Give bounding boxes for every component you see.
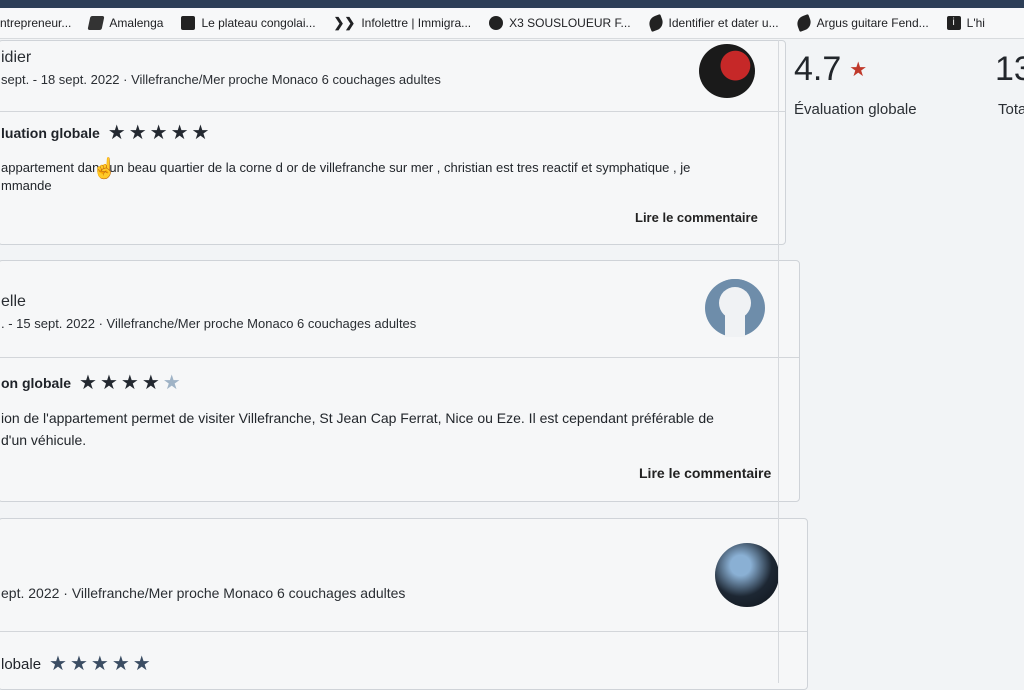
- rating-label: lobale: [1, 655, 42, 673]
- leaf-icon: [794, 14, 813, 32]
- bookmark-label: X3 SOUSLOUEUR F...: [509, 16, 631, 30]
- reviewer-name: elle: [1, 293, 26, 310]
- bookmark-label: L'hi: [966, 16, 985, 30]
- star-rating: ★ ★ ★ ★ ★: [79, 373, 184, 393]
- rating-label: luation globale: [1, 125, 100, 141]
- star-rating: ★ ★ ★ ★ ★: [108, 123, 213, 143]
- avatar[interactable]: [705, 279, 765, 337]
- avatar[interactable]: [715, 543, 779, 607]
- bookmark-label: Infolettre | Immigra...: [361, 16, 472, 30]
- reviewer-name: idier: [1, 49, 32, 66]
- star-icon: ★: [90, 653, 109, 675]
- star-icon: ★: [99, 372, 118, 394]
- star-icon: ★: [107, 122, 126, 144]
- browser-top-strip: [0, 0, 1024, 8]
- comment-line: ion de l'appartement permet de visiter V…: [1, 410, 714, 426]
- bookmark-identifier-et-dater[interactable]: Identifier et dater u...: [646, 14, 779, 32]
- read-comment-link[interactable]: Lire le commentaire: [639, 465, 771, 481]
- star-icon: ★: [191, 122, 210, 144]
- review-comment: ion de l'appartement permet de visiter V…: [1, 407, 781, 451]
- bookmark-label: Identifier et dater u...: [668, 16, 779, 30]
- star-icon: ★: [79, 372, 97, 394]
- total-reviews-value: 13: [995, 50, 1024, 88]
- bookmark-label: Amalenga: [109, 16, 164, 30]
- star-icon: ★: [69, 653, 88, 675]
- rating-label: on globale: [1, 375, 71, 391]
- default-avatar-icon: [706, 279, 764, 337]
- round-icon: [489, 16, 504, 30]
- bookmark-lhi[interactable]: i L'hi: [946, 16, 985, 30]
- side-divider: [778, 40, 779, 683]
- square-icon: [181, 16, 196, 30]
- rating-row: lobale ★ ★ ★ ★ ★: [1, 654, 154, 674]
- comment-line: d'un véhicule.: [1, 432, 87, 448]
- star-icon: ★: [128, 122, 147, 144]
- star-icon: ★: [849, 59, 868, 81]
- overall-score-value: 4.7: [794, 50, 842, 88]
- star-rating: ★ ★ ★ ★ ★: [49, 654, 154, 674]
- review-header: [0, 519, 807, 632]
- review-stay-info: . - 15 sept. 2022 · Villefranche/Mer pro…: [1, 316, 417, 331]
- star-icon: ★: [120, 372, 139, 394]
- review-stay-info: ept. 2022 · Villefranche/Mer proche Mona…: [1, 585, 406, 601]
- read-comment-link[interactable]: Lire le commentaire: [635, 210, 758, 225]
- bookmark-label: ntrepreneur...: [0, 16, 72, 30]
- bookmark-ntrepreneur[interactable]: ntrepreneur...: [0, 16, 71, 30]
- star-icon: ★: [170, 122, 189, 144]
- bookmark-infolettre[interactable]: ❯❯ Infolettre | Immigra...: [334, 15, 472, 31]
- bookmarks-bar: ntrepreneur... Amalenga Le plateau congo…: [0, 8, 1024, 39]
- folder-icon: [87, 16, 105, 30]
- star-icon: ★: [49, 653, 67, 675]
- review-stay-info: sept. - 18 sept. 2022 · Villefranche/Mer…: [1, 72, 441, 87]
- star-icon: ★: [141, 372, 160, 394]
- bookmark-label: Le plateau congolai...: [201, 16, 316, 30]
- bookmark-amalenga[interactable]: Amalenga: [87, 16, 164, 30]
- total-reviews-label: Tota: [998, 101, 1024, 118]
- review-header: [0, 261, 799, 358]
- overall-score-label: Évaluation globale: [794, 101, 917, 118]
- info-icon: i: [946, 16, 961, 30]
- star-icon: ★: [111, 653, 130, 675]
- avatar[interactable]: [699, 44, 755, 98]
- star-icon: ★: [149, 122, 168, 144]
- review-card: elle . - 15 sept. 2022 · Villefranche/Me…: [0, 260, 800, 502]
- rating-row: on globale ★ ★ ★ ★ ★: [1, 373, 184, 393]
- bookmark-argus-guitare[interactable]: Argus guitare Fend...: [794, 14, 929, 32]
- review-card: ept. 2022 · Villefranche/Mer proche Mona…: [0, 518, 808, 690]
- bookmark-label: Argus guitare Fend...: [816, 16, 929, 30]
- bookmark-x3-sousloueur[interactable]: X3 SOUSLOUEUR F...: [489, 16, 631, 30]
- hand-cursor-icon: ☝: [92, 158, 117, 180]
- review-card: idier sept. - 18 sept. 2022 · Villefranc…: [0, 40, 786, 245]
- chevron-icon: ❯❯: [333, 15, 356, 30]
- bookmark-le-plateau-congolais[interactable]: Le plateau congolai...: [181, 16, 316, 30]
- leaf-icon: [646, 14, 665, 32]
- star-icon: ★: [132, 653, 151, 675]
- rating-row: luation globale ★ ★ ★ ★ ★: [1, 123, 212, 143]
- star-empty-icon: ★: [162, 372, 181, 394]
- overall-score: 4.7 ★: [794, 50, 867, 89]
